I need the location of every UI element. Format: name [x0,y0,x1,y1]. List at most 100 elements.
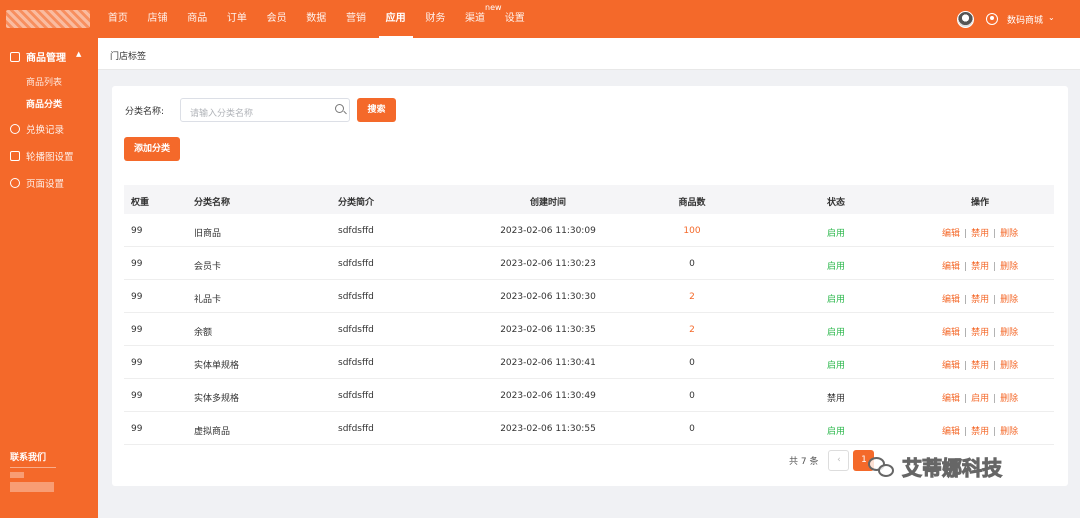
sidebar-item-page-settings[interactable]: 页面设置 [10,176,64,190]
delete-link[interactable]: 删除 [1000,229,1018,239]
table-row: 99 虚拟商品 sdfdsffd 2023-02-06 11:30:55 0 启用 编辑 | 禁… [124,412,1054,445]
sidebar-item-label: 轮播图设置 [26,152,74,163]
nav-item-home[interactable]: 首页 [98,0,138,38]
cell-actions: 编辑 | 禁用 | 删除 [942,226,1018,239]
store-switcher[interactable]: 数码商城 [1007,13,1043,26]
nav-item-store[interactable]: 店铺 [138,0,178,38]
toggle-status-link[interactable]: 禁用 [971,427,989,437]
cell-created-time: 2023-02-06 11:30:35 [500,325,596,335]
table-row: 99 礼品卡 sdfdsffd 2023-02-06 11:30:30 2 启用 编辑 | 禁用… [124,280,1054,313]
toggle-status-link[interactable]: 禁用 [971,328,989,338]
cell-status: 禁用 [826,394,846,404]
column-header-desc: 分类简介 [338,198,375,208]
cell-actions: 编辑 | 禁用 | 删除 [942,325,1018,338]
watermark: 艾蒂娜科技 [868,452,1003,481]
collapse-arrow-icon[interactable]: ▲ [76,50,81,58]
sidebar-group-goods-management[interactable]: 商品管理 [10,49,66,64]
top-nav-bar: 首页 店铺 商品 订单 会员 数据 营销 应用 财务 渠道 设置 new 数码商… [0,0,1080,38]
sidebar: 商品管理 ▲ 商品列表 商品分类 兑换记录 轮播图设置 页面设置 联系我们 [0,38,98,518]
cell-name: 实体单规格 [194,361,240,371]
delete-link[interactable]: 删除 [1000,427,1018,437]
cell-desc: sdfdsffd [338,325,374,335]
edit-link[interactable]: 编辑 [942,229,960,239]
sidebar-item-banner-settings[interactable]: 轮播图设置 [10,149,74,163]
action-separator: | [993,394,997,404]
cell-weight: 99 [131,226,143,236]
toggle-status-link[interactable]: 禁用 [971,229,989,239]
toggle-status-link[interactable]: 禁用 [971,295,989,305]
delete-link[interactable]: 删除 [1000,394,1018,404]
cell-status: 启用 [826,262,846,272]
cell-goods-count: 0 [689,424,695,434]
table-row: 99 实体单规格 sdfdsffd 2023-02-06 11:30:41 0 启用 编辑 |… [124,346,1054,379]
tab-store-tags[interactable]: 门店标签 [110,49,146,62]
cell-weight: 99 [131,358,143,368]
nav-item-apps[interactable]: 应用 [376,0,416,38]
edit-link[interactable]: 编辑 [942,361,960,371]
toggle-status-link[interactable]: 禁用 [971,361,989,371]
cell-created-time: 2023-02-06 11:30:30 [500,292,596,302]
contact-us-label: 联系我们 [10,453,47,463]
cell-created-time: 2023-02-06 11:30:23 [500,259,596,269]
action-separator: | [964,427,968,437]
delete-link[interactable]: 删除 [1000,328,1018,338]
toggle-status-link[interactable]: 启用 [971,394,989,404]
nav-item-goods[interactable]: 商品 [177,0,217,38]
cell-actions: 编辑 | 禁用 | 删除 [942,292,1018,305]
delete-link[interactable]: 删除 [1000,262,1018,272]
add-category-button[interactable]: 添加分类 [124,137,180,161]
nav-item-members[interactable]: 会员 [257,0,297,38]
total-count: 共 7 条 [789,456,819,467]
chevron-down-icon[interactable]: ⌄ [1048,13,1055,22]
toggle-status-link[interactable]: 禁用 [971,262,989,272]
search-input[interactable]: 请输入分类名称 [180,98,350,122]
prev-page-button[interactable]: ‹ [828,449,850,471]
sidebar-item-redeem-records[interactable]: 兑换记录 [10,122,64,136]
cell-name: 虚拟商品 [194,427,231,437]
action-separator: | [993,361,997,371]
delete-link[interactable]: 删除 [1000,295,1018,305]
cell-desc: sdfdsffd [338,226,374,236]
brand-logo[interactable] [6,10,90,28]
edit-link[interactable]: 编辑 [942,394,960,404]
filter-label: 分类名称: [125,107,165,117]
cell-status: 启用 [826,328,846,338]
redacted-contact-value [10,482,54,492]
edit-link[interactable]: 编辑 [942,427,960,437]
sidebar-item-goods-category[interactable]: 商品分类 [26,97,62,110]
cell-created-time: 2023-02-06 11:30:49 [500,391,596,401]
nav-item-finance[interactable]: 财务 [416,0,456,38]
action-separator: | [993,427,997,437]
delete-link[interactable]: 删除 [1000,361,1018,371]
cell-actions: 编辑 | 禁用 | 删除 [942,424,1018,437]
search-icon[interactable] [335,104,344,113]
edit-link[interactable]: 编辑 [942,262,960,272]
cell-name: 礼品卡 [194,295,222,305]
cell-name: 余额 [194,328,213,338]
avatar[interactable] [957,11,974,28]
edit-link[interactable]: 编辑 [942,328,960,338]
cell-actions: 编辑 | 禁用 | 删除 [942,358,1018,371]
cell-actions: 编辑 | 启用 | 删除 [942,391,1018,404]
action-separator: | [964,394,968,404]
table-header: 权重 分类名称 分类简介 创建时间 商品数 状态 操作 [124,185,1054,214]
cell-name: 会员卡 [194,262,222,272]
document-icon [10,51,20,62]
sidebar-item-goods-list[interactable]: 商品列表 [26,75,62,88]
cell-goods-count: 2 [689,292,695,302]
new-badge: new [485,3,502,12]
redeem-icon [10,124,20,134]
action-separator: | [964,361,968,371]
content-card: 分类名称: 请输入分类名称 搜索 添加分类 权重 分类名称 分类简介 创建时间 … [112,86,1068,486]
column-header-weight: 权重 [131,198,150,208]
cell-weight: 99 [131,259,143,269]
nav-item-orders[interactable]: 订单 [217,0,257,38]
cell-created-time: 2023-02-06 11:30:55 [500,424,596,434]
banner-icon [10,151,20,161]
action-separator: | [964,295,968,305]
pagination: 共 7 条 ‹ 1 [789,449,878,471]
nav-item-data[interactable]: 数据 [296,0,336,38]
nav-item-marketing[interactable]: 营销 [336,0,376,38]
search-button[interactable]: 搜索 [357,98,396,122]
edit-link[interactable]: 编辑 [942,295,960,305]
